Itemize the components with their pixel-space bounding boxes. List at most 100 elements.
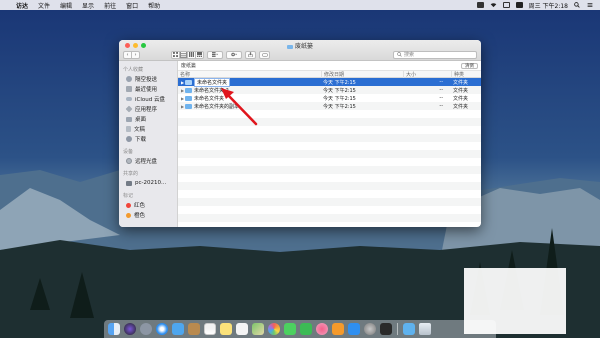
- table-row[interactable]: ▶ 未命名文件夹的副本 今天 下午2:15 -- 文件夹: [178, 102, 481, 110]
- dock: [104, 320, 496, 338]
- row-size-cell: --: [439, 95, 443, 101]
- column-header-kind[interactable]: 种类: [451, 70, 481, 78]
- window-title-text: 废纸篓: [294, 43, 313, 50]
- menubar-clock[interactable]: 周三 下午2:18: [529, 1, 568, 10]
- row-name-cell: ▶ 未命名文件夹 2: [178, 87, 321, 94]
- gallery-icon: [197, 52, 202, 57]
- wifi-icon[interactable]: [490, 2, 497, 8]
- folder-icon: [185, 103, 192, 109]
- input-method-icon[interactable]: [515, 2, 523, 8]
- maps-icon[interactable]: [252, 323, 264, 335]
- menu-edit[interactable]: 编辑: [60, 1, 72, 10]
- column-header-name[interactable]: 名称: [178, 71, 321, 78]
- empty-row: [178, 118, 481, 126]
- safari-icon[interactable]: [156, 323, 168, 335]
- sidebar-item-applications[interactable]: 应用程序: [119, 104, 177, 114]
- gallery-view-button[interactable]: [195, 50, 204, 59]
- menu-help[interactable]: 帮助: [148, 1, 160, 10]
- column-header-size[interactable]: 大小: [403, 70, 451, 78]
- menu-view[interactable]: 显示: [82, 1, 94, 10]
- trash-header-bar: 废纸篓 清倒: [178, 61, 481, 70]
- notes-icon[interactable]: [220, 323, 232, 335]
- search-icon[interactable]: [574, 2, 581, 8]
- row-kind-cell: 文件夹: [453, 87, 469, 94]
- group-by-button[interactable]: [207, 50, 223, 59]
- menu-go[interactable]: 前往: [104, 1, 116, 10]
- settings-icon[interactable]: [364, 323, 376, 335]
- title-bar[interactable]: 废纸篓 ‹ › 搜索: [119, 40, 481, 61]
- share-button[interactable]: [245, 50, 256, 59]
- window-title: 废纸篓: [119, 41, 481, 50]
- forward-button[interactable]: ›: [131, 50, 140, 59]
- downloads-icon: [126, 136, 132, 142]
- notification-center-icon[interactable]: [587, 2, 594, 8]
- appstore-icon[interactable]: [348, 323, 360, 335]
- row-size-cell: --: [439, 87, 443, 93]
- tags-button[interactable]: [259, 50, 270, 59]
- row-name-text: 未命名文件夹的副本: [194, 103, 240, 110]
- control-strip-icon[interactable]: [476, 2, 484, 8]
- menu-window[interactable]: 窗口: [126, 1, 138, 10]
- row-kind-cell: 文件夹: [453, 79, 469, 86]
- recent-icon: [126, 86, 132, 92]
- row-date-cell: 今天 下午2:15: [323, 103, 356, 110]
- row-date-cell: 今天 下午2:15: [323, 95, 356, 102]
- column-header-date[interactable]: 修改日期: [321, 70, 403, 78]
- siri-icon[interactable]: [124, 323, 136, 335]
- sidebar-item-downloads[interactable]: 下载: [119, 134, 177, 144]
- group-icon: [212, 52, 218, 57]
- books-icon[interactable]: [332, 323, 344, 335]
- battery-icon[interactable]: [502, 2, 510, 8]
- sidebar-item-airdrop[interactable]: 隔空投送: [119, 74, 177, 84]
- table-row[interactable]: ▶ 未命名文件夹 2 今天 下午2:15 -- 文件夹: [178, 86, 481, 94]
- disc-icon: [126, 158, 132, 164]
- sidebar-item-label: 红色: [134, 203, 146, 209]
- table-row[interactable]: ▶ 未命名文件夹 今天 下午2:15 -- 文件夹: [178, 77, 481, 87]
- sidebar-item-label: 桌面: [135, 117, 147, 123]
- empty-row: [178, 126, 481, 134]
- messages-icon[interactable]: [284, 323, 296, 335]
- trash-icon[interactable]: [419, 323, 431, 335]
- menu-bar: 访达 文件 编辑 显示 前往 窗口 帮助 周三 下午2:18: [0, 0, 600, 10]
- sidebar-item-label: pc-20210...: [135, 180, 167, 186]
- mail-icon[interactable]: [172, 323, 184, 335]
- photos-icon[interactable]: [268, 323, 280, 335]
- downloads-stack-icon[interactable]: [403, 323, 415, 335]
- search-field[interactable]: 搜索: [393, 50, 477, 59]
- itunes-icon[interactable]: [316, 323, 328, 335]
- sidebar-item-remote-disc[interactable]: 远程光盘: [119, 156, 177, 166]
- file-list-pane: 废纸篓 清倒 名称 修改日期 大小 种类 ▶ 未命名文件夹 今天 下午2:15 …: [178, 61, 481, 227]
- finder-icon[interactable]: [108, 323, 120, 335]
- menu-file[interactable]: 文件: [38, 1, 50, 10]
- empty-trash-button[interactable]: 清倒: [461, 62, 478, 69]
- empty-row: [178, 174, 481, 182]
- sidebar-item-icloud[interactable]: iCloud 云盘: [119, 94, 177, 104]
- window-content: 个人收藏 隔空投送 最近使用 iCloud 云盘 应用程序 桌面 文稿 下载 设…: [119, 61, 481, 227]
- calendar-icon[interactable]: [204, 323, 216, 335]
- unknown-app-icon[interactable]: [380, 323, 392, 335]
- launchpad-icon[interactable]: [140, 323, 152, 335]
- action-menu-button[interactable]: [226, 50, 242, 59]
- sidebar-item-label: 隔空投送: [135, 77, 158, 83]
- table-row[interactable]: ▶ 未命名文件夹 今天 下午2:15 -- 文件夹: [178, 94, 481, 102]
- facetime-icon[interactable]: [300, 323, 312, 335]
- sidebar-item-desktop[interactable]: 桌面: [119, 114, 177, 124]
- sidebar-item-tag-orange[interactable]: 橙色: [119, 210, 177, 220]
- contacts-icon[interactable]: [188, 323, 200, 335]
- empty-row: [178, 190, 481, 198]
- empty-row: [178, 142, 481, 150]
- empty-row: [178, 214, 481, 222]
- sidebar-item-tag-red[interactable]: 红色: [119, 200, 177, 210]
- sidebar-item-documents[interactable]: 文稿: [119, 124, 177, 134]
- rename-text-field[interactable]: 未命名文件夹: [194, 77, 231, 87]
- gear-icon: [231, 52, 237, 57]
- menu-finder[interactable]: 访达: [16, 1, 28, 10]
- trash-title-icon: [286, 44, 293, 49]
- file-rows: ▶ 未命名文件夹 今天 下午2:15 -- 文件夹 ▶ 未命名文件夹 2 今天 …: [178, 77, 481, 222]
- reminders-icon[interactable]: [236, 323, 248, 335]
- sidebar-item-label: 橙色: [134, 213, 146, 219]
- search-icon: [397, 52, 402, 57]
- folder-icon: [185, 95, 192, 101]
- sidebar-item-shared-pc[interactable]: pc-20210...: [119, 178, 177, 188]
- sidebar-item-recents[interactable]: 最近使用: [119, 84, 177, 94]
